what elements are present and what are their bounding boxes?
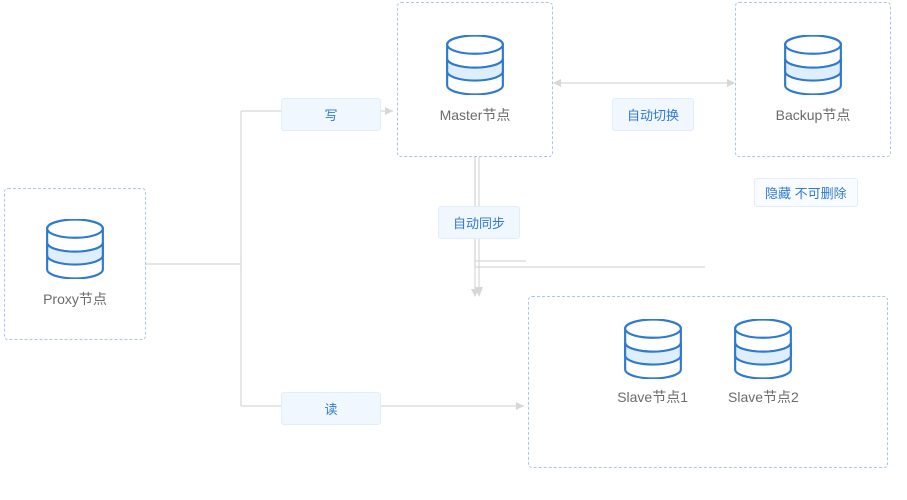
connector-master-backup: [553, 75, 735, 95]
database-icon: [445, 35, 505, 95]
node-proxy-label: Proxy节点: [43, 289, 107, 309]
database-icon: [623, 319, 683, 379]
slaves-group: Slave节点1 Slave节点2: [528, 296, 888, 468]
badge-read: 读: [281, 392, 381, 425]
badge-write: 写: [281, 98, 381, 131]
node-backup-label: Backup节点: [776, 105, 851, 125]
node-slave1: Slave节点1: [617, 319, 688, 407]
badge-autosync: 自动同步: [438, 206, 520, 239]
database-icon: [783, 35, 843, 95]
badge-failover: 自动切换: [612, 98, 694, 131]
note-hidden-nodelete: 隐藏 不可删除: [754, 178, 858, 207]
node-master-label: Master节点: [440, 105, 511, 125]
node-backup: Backup节点: [735, 2, 891, 157]
node-proxy: Proxy节点: [4, 188, 146, 340]
node-slave2: Slave节点2: [728, 319, 799, 407]
database-icon: [45, 219, 105, 279]
database-icon: [733, 319, 793, 379]
node-slave2-label: Slave节点2: [728, 387, 799, 407]
node-slave1-label: Slave节点1: [617, 387, 688, 407]
node-master: Master节点: [397, 2, 553, 157]
